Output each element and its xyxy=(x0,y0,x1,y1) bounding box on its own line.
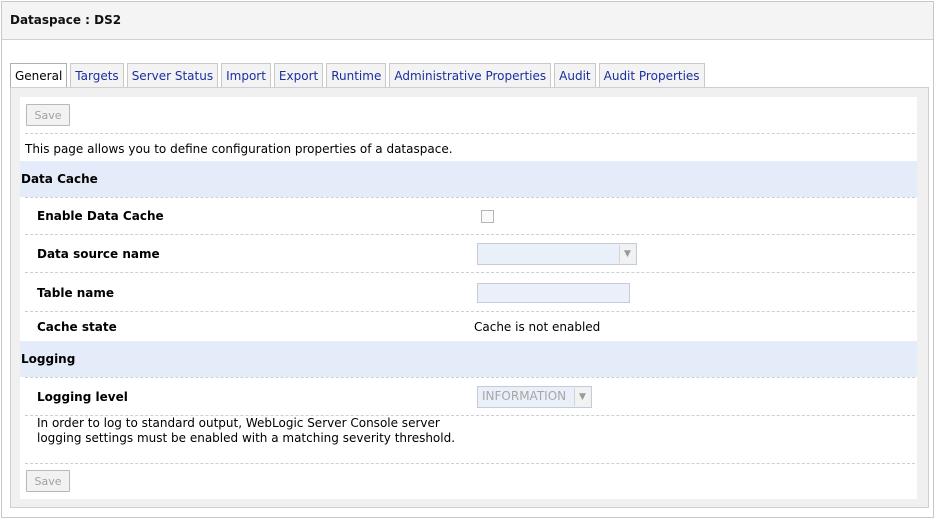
chevron-down-icon: ▼ xyxy=(619,245,635,263)
tab-general[interactable]: General xyxy=(10,63,68,89)
enable-data-cache-label: Enable Data Cache xyxy=(37,209,164,223)
logging-level-selected-value: INFORMATION xyxy=(482,389,567,403)
divider xyxy=(25,311,915,312)
data-source-name-label: Data source name xyxy=(37,247,160,261)
logging-level-select[interactable]: INFORMATION ▼ xyxy=(477,386,592,408)
divider xyxy=(25,272,915,273)
tab-targets[interactable]: Targets xyxy=(70,63,124,87)
tab-panel: Save This page allows you to define conf… xyxy=(10,87,929,508)
logging-note-line: In order to log to standard output, WebL… xyxy=(37,416,440,430)
general-form: Save This page allows you to define conf… xyxy=(20,97,917,499)
tab-export[interactable]: Export xyxy=(273,63,324,87)
tab-bar: General Targets Server Status Import Exp… xyxy=(10,63,708,89)
tab-runtime[interactable]: Runtime xyxy=(326,63,387,87)
table-name-label: Table name xyxy=(37,286,115,300)
enable-data-cache-checkbox[interactable] xyxy=(481,210,494,223)
tab-import[interactable]: Import xyxy=(221,63,271,87)
tab-administrative-properties[interactable]: Administrative Properties xyxy=(389,63,552,87)
save-button-bottom[interactable]: Save xyxy=(26,470,70,492)
section-logging: Logging xyxy=(20,341,917,377)
section-data-cache: Data Cache xyxy=(20,161,917,197)
divider xyxy=(25,377,915,378)
logging-note: In order to log to standard output, WebL… xyxy=(37,416,455,446)
chevron-down-icon: ▼ xyxy=(574,388,590,406)
dataspace-window: Dataspace : DS2 General Targets Server S… xyxy=(1,1,934,518)
divider xyxy=(25,197,915,198)
divider xyxy=(25,133,915,134)
tab-server-status[interactable]: Server Status xyxy=(126,63,219,87)
logging-note-line: logging settings must be enabled with a … xyxy=(37,431,456,445)
page-title: Dataspace : DS2 xyxy=(10,13,122,27)
divider xyxy=(25,234,915,235)
save-button-top[interactable]: Save xyxy=(26,104,70,126)
tab-audit-properties[interactable]: Audit Properties xyxy=(598,63,705,87)
cache-state-label: Cache state xyxy=(37,320,117,334)
logging-level-label: Logging level xyxy=(37,390,128,404)
tab-audit[interactable]: Audit xyxy=(554,63,596,87)
page-description: This page allows you to define configura… xyxy=(25,142,453,156)
page-header: Dataspace : DS2 xyxy=(2,2,933,40)
data-source-select[interactable]: ▼ xyxy=(477,243,637,265)
divider xyxy=(25,463,915,464)
cache-state-value: Cache is not enabled xyxy=(474,320,601,334)
table-name-input[interactable] xyxy=(477,283,630,303)
